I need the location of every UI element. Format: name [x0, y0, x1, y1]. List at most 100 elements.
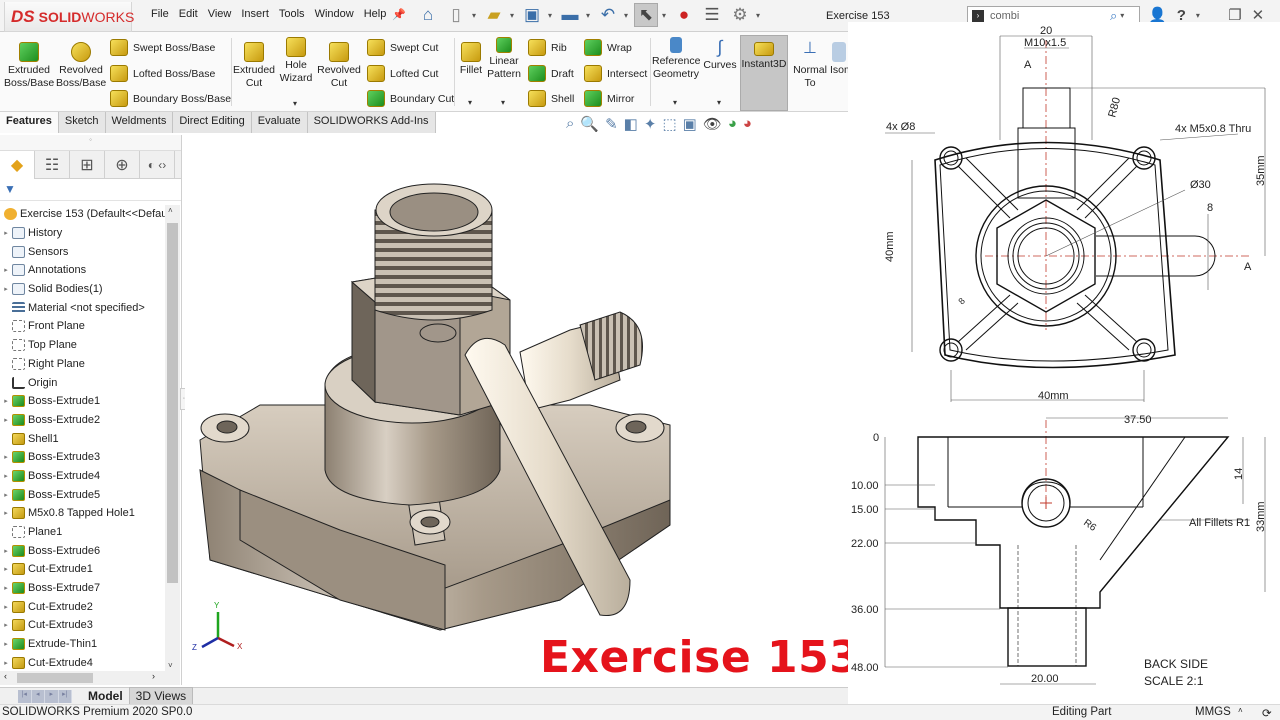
scroll-down-icon[interactable]: ˅: [168, 661, 173, 670]
unit-system[interactable]: MMGS: [1195, 706, 1231, 718]
chevron-up-icon[interactable]: ˄: [1238, 706, 1243, 715]
tree-horizontal-scrollbar[interactable]: ‹ ›: [0, 671, 180, 685]
lofted-cut-button[interactable]: Lofted Cut: [367, 65, 438, 82]
undo-icon[interactable]: ↶: [596, 3, 620, 27]
select-icon[interactable]: ⬉: [634, 3, 658, 27]
revolved-cut-button[interactable]: Revolved Cut: [316, 42, 362, 90]
normal-to-button[interactable]: ⊥ Normal To: [790, 41, 830, 90]
menu-tools[interactable]: Tools: [274, 8, 310, 20]
tab-features[interactable]: Features: [0, 112, 59, 133]
tree-item[interactable]: ▸ Boss-Extrude6: [0, 541, 165, 560]
tree-item[interactable]: Material <not specified>: [0, 298, 165, 317]
tree-item[interactable]: ▸ Boss-Extrude4: [0, 467, 165, 486]
options-icon[interactable]: ⚙: [728, 3, 752, 27]
tree-item[interactable]: Shell1: [0, 429, 165, 448]
expand-arrow-icon[interactable]: ▸: [0, 659, 12, 667]
tree-item[interactable]: Top Plane: [0, 336, 165, 355]
linear-pattern-button[interactable]: Linear Pattern: [486, 37, 522, 81]
home-icon[interactable]: ⌂: [416, 3, 440, 27]
expand-arrow-icon[interactable]: ▸: [0, 565, 12, 573]
dimxpert-tab-icon[interactable]: ⊕: [105, 151, 140, 179]
chevron-down-icon[interactable]: ▾: [756, 11, 762, 20]
next-tab-icon[interactable]: ▸: [45, 689, 59, 703]
chevron-down-icon[interactable]: ▾: [293, 99, 297, 108]
tree-item[interactable]: ▸ Boss-Extrude1: [0, 392, 165, 411]
hide-show-icon[interactable]: 👁: [703, 115, 722, 133]
display-manager-tab-icon[interactable]: ◐ ‹›: [140, 151, 175, 179]
wrap-button[interactable]: Wrap: [584, 39, 632, 56]
print-icon[interactable]: ▬: [558, 3, 582, 27]
reference-geometry-button[interactable]: Reference Geometry: [652, 37, 700, 81]
scroll-up-icon[interactable]: ˄: [168, 206, 173, 215]
chevron-down-icon[interactable]: ▾: [1196, 11, 1200, 20]
tree-vertical-scrollbar[interactable]: ˄ ˅: [165, 205, 180, 671]
intersect-button[interactable]: Intersect: [584, 65, 647, 82]
feature-tree-tab-icon[interactable]: ◆: [0, 151, 35, 179]
hole-wizard-button[interactable]: Hole Wizard: [276, 37, 316, 85]
tree-item[interactable]: ▸ Cut-Extrude3: [0, 616, 165, 635]
boundary-boss-button[interactable]: Boundary Boss/Base: [110, 90, 231, 107]
draft-button[interactable]: Draft: [528, 65, 574, 82]
expand-arrow-icon[interactable]: ▸: [0, 285, 12, 293]
chevron-down-icon[interactable]: ▾: [1120, 11, 1124, 20]
tree-item[interactable]: ▸ Boss-Extrude3: [0, 448, 165, 467]
chevron-down-icon[interactable]: ▾: [586, 11, 592, 20]
expand-arrow-icon[interactable]: ▸: [0, 603, 12, 611]
chevron-down-icon[interactable]: ▾: [717, 98, 721, 107]
tab-direct-editing[interactable]: Direct Editing: [173, 112, 252, 133]
tree-item[interactable]: ▸ Cut-Extrude2: [0, 597, 165, 616]
solidworks-logo[interactable]: DS SOLID WORKS: [4, 2, 134, 32]
menu-file[interactable]: File: [146, 8, 174, 20]
filter-icon[interactable]: ▼: [0, 179, 181, 201]
rebuild-icon[interactable]: ●: [672, 3, 696, 27]
tree-item[interactable]: ▸ Boss-Extrude5: [0, 485, 165, 504]
chevron-down-icon[interactable]: ▾: [501, 98, 505, 107]
tree-item[interactable]: Origin: [0, 373, 165, 392]
tab-evaluate[interactable]: Evaluate: [251, 112, 308, 133]
configuration-manager-tab-icon[interactable]: ⊞: [70, 151, 105, 179]
tree-item[interactable]: Front Plane: [0, 317, 165, 336]
tab-weldments[interactable]: Weldments: [105, 112, 174, 133]
shell-button[interactable]: Shell: [528, 90, 574, 107]
tree-item[interactable]: ▸ Annotations: [0, 261, 165, 280]
tree-item[interactable]: ▸ Solid Bodies(1): [0, 280, 165, 299]
edit-appearance-icon[interactable]: ◕: [728, 115, 737, 133]
chevron-down-icon[interactable]: ▾: [468, 98, 472, 107]
chevron-down-icon[interactable]: ▾: [662, 11, 668, 20]
display-style-icon[interactable]: ▣: [683, 115, 697, 133]
tab-model[interactable]: Model: [82, 688, 129, 704]
fillet-button[interactable]: Fillet: [457, 42, 485, 77]
tree-item[interactable]: ▸ History: [0, 224, 165, 243]
prev-tab-icon[interactable]: ◂: [32, 689, 45, 703]
expand-arrow-icon[interactable]: ▸: [0, 453, 12, 461]
isometric-button[interactable]: Isometric: [830, 42, 848, 77]
tab-addins[interactable]: SOLIDWORKS Add-Ins: [307, 112, 436, 133]
menu-edit[interactable]: Edit: [174, 8, 203, 20]
menu-help[interactable]: Help: [359, 8, 392, 20]
chevron-down-icon[interactable]: ▾: [510, 11, 516, 20]
expand-arrow-icon[interactable]: ▸: [0, 472, 12, 480]
tree-item[interactable]: Right Plane: [0, 355, 165, 374]
expand-arrow-icon[interactable]: ▸: [0, 397, 12, 405]
new-document-icon[interactable]: ▯: [444, 3, 468, 27]
mirror-button[interactable]: Mirror: [584, 90, 634, 107]
menu-view[interactable]: View: [203, 8, 237, 20]
tree-root[interactable]: Exercise 153 (Default<<Default>: [0, 205, 165, 224]
last-tab-icon[interactable]: ▸|: [59, 689, 72, 703]
pin-icon[interactable]: 📌: [392, 8, 406, 21]
tab-sketch[interactable]: Sketch: [58, 112, 106, 133]
minimize-icon[interactable]: _: [1210, 7, 1218, 24]
instant3d-label[interactable]: Instant3D: [740, 42, 788, 71]
chevron-down-icon[interactable]: ▾: [624, 11, 630, 20]
rib-button[interactable]: Rib: [528, 39, 567, 56]
zoom-to-area-icon[interactable]: 🔍: [580, 115, 599, 133]
swept-boss-button[interactable]: Swept Boss/Base: [110, 39, 215, 56]
tree-item[interactable]: Plane1: [0, 523, 165, 542]
menu-insert[interactable]: Insert: [236, 8, 274, 20]
search-input[interactable]: [990, 9, 1110, 22]
scene-icon[interactable]: ◕: [743, 115, 752, 133]
swept-cut-button[interactable]: Swept Cut: [367, 39, 438, 56]
chevron-down-icon[interactable]: ▾: [472, 11, 478, 20]
first-tab-icon[interactable]: |◂: [18, 689, 32, 703]
panel-grip[interactable]: ◦: [0, 135, 181, 151]
